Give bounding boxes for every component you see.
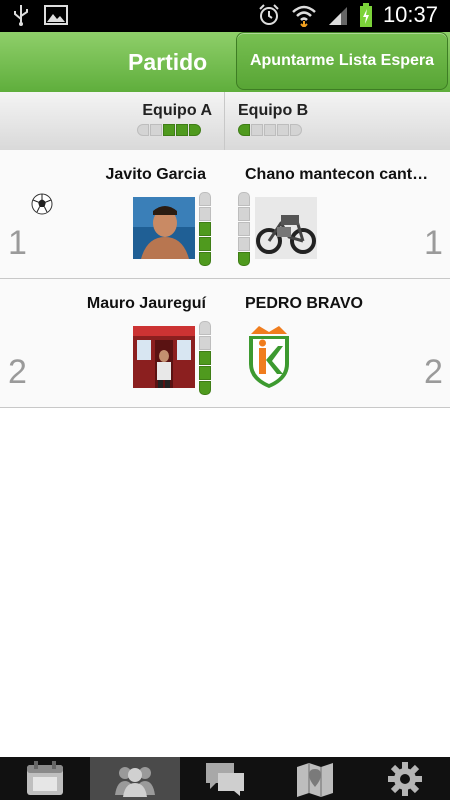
alarm-icon [259, 4, 279, 25]
players-icon [115, 766, 155, 797]
player-avatar[interactable] [133, 197, 195, 259]
nav-players[interactable] [90, 757, 180, 800]
nav-settings[interactable] [360, 757, 450, 800]
photo-motorbike [255, 197, 317, 259]
bottom-navigation [0, 757, 450, 800]
wifi-icon [292, 5, 316, 27]
nav-calendar[interactable] [0, 757, 90, 800]
list-item: Mauro Jaureguí 2 PEDRO BRAVO 2 [0, 279, 450, 408]
settings-gear-icon [388, 761, 422, 796]
player-name[interactable]: Mauro Jaureguí [87, 295, 206, 313]
player-avatar[interactable] [133, 326, 195, 388]
photo-man-storefront [133, 326, 195, 388]
player-level-bar [199, 321, 211, 395]
player-name[interactable]: Chano mantecon cantero [245, 166, 435, 184]
teams-header: Equipo A Equipo B [0, 92, 450, 151]
image-icon [44, 5, 68, 25]
team-a-name: Equipo A [142, 102, 212, 119]
row-position: 2 [424, 353, 443, 391]
player-name[interactable]: PEDRO BRAVO [245, 295, 435, 313]
player-name[interactable]: Javito Garcia [106, 166, 207, 184]
row-position: 1 [8, 224, 27, 262]
soccer-ball-icon [31, 193, 53, 215]
status-bar: 10:37 [0, 0, 450, 32]
team-b-name: Equipo B [238, 102, 309, 119]
player-level-bar [238, 192, 250, 266]
list-item: Javito Garcia 1 Chano mantecon cantero 1 [0, 150, 450, 279]
clock-time: 10:37 [382, 2, 438, 27]
logo-k-shield [249, 326, 289, 388]
chat-icon [206, 762, 244, 796]
team-b-level-bar [238, 124, 302, 136]
player-avatar[interactable] [255, 197, 317, 259]
player-avatar[interactable] [247, 324, 291, 390]
row-position: 1 [424, 224, 443, 262]
join-waitlist-button[interactable]: Apuntarme Lista Espera [236, 32, 448, 90]
page-title: Partido [128, 49, 208, 75]
calendar-icon [27, 760, 63, 795]
signal-icon [328, 7, 347, 25]
team-a-level-bar [137, 124, 201, 136]
row-position: 2 [8, 353, 27, 391]
usb-icon [14, 5, 28, 26]
battery-charging-icon [359, 3, 372, 27]
photo-man-sea [133, 197, 195, 259]
nav-chat[interactable] [180, 757, 270, 800]
nav-map[interactable] [270, 757, 360, 800]
player-level-bar [199, 192, 211, 266]
map-icon [297, 762, 333, 797]
